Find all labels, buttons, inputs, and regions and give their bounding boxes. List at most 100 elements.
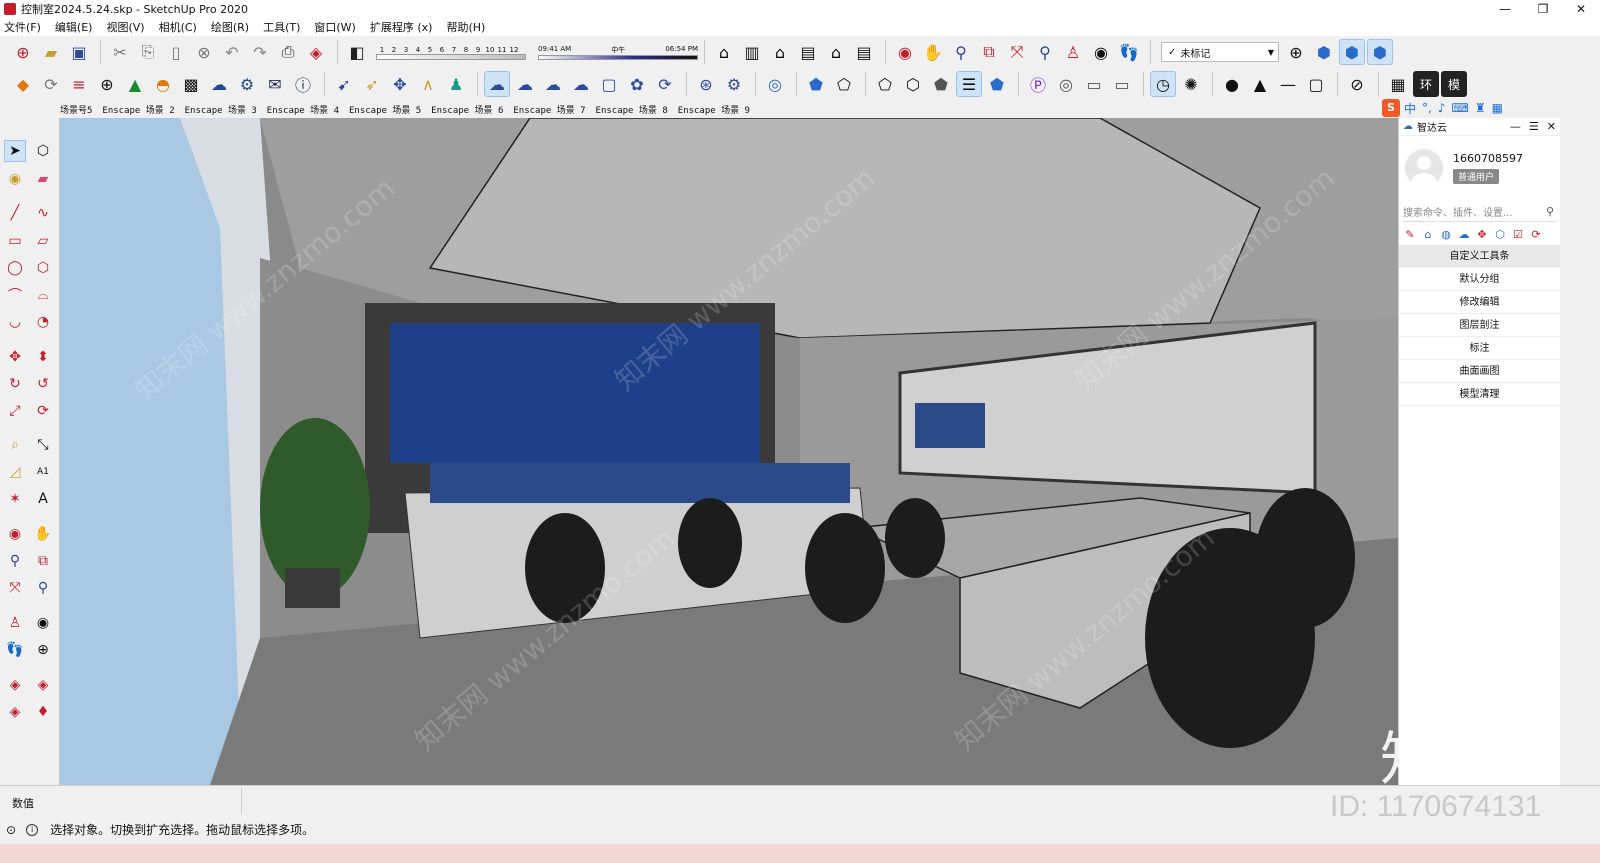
panel-menu-icon[interactable]: ☰ (1529, 120, 1539, 133)
cloud-upload-icon[interactable]: ☁ (206, 71, 232, 97)
time-track[interactable] (538, 54, 698, 60)
tree-icon[interactable]: ▲ (122, 71, 148, 97)
material-icon[interactable]: ✿ (624, 71, 650, 97)
zoom-extents-icon[interactable]: ⤧ (1004, 39, 1030, 65)
previous-left-icon[interactable]: ⚲ (32, 577, 54, 599)
move-icon[interactable]: ✥ (4, 346, 26, 368)
checkbox-icon[interactable]: ☑ (1509, 228, 1527, 241)
cut-icon[interactable]: ✂ (107, 39, 133, 65)
scene-tab[interactable]: Enscape 场景 5 (349, 103, 421, 116)
shaded-style-icon[interactable]: ⬟ (803, 71, 829, 97)
position-camera-icon[interactable]: ♙ (1060, 39, 1086, 65)
rotate-icon[interactable]: ↻ (4, 373, 26, 395)
zoom-extents-left-icon[interactable]: ⤧ (4, 577, 26, 599)
model-info-icon[interactable]: ◈ (303, 39, 329, 65)
download-icon[interactable]: ⊛ (693, 71, 719, 97)
scene-tab[interactable]: Enscape 场景 2 (102, 103, 174, 116)
axes-icon[interactable]: ✶ (4, 488, 26, 510)
table-icon[interactable]: ▦ (1385, 71, 1411, 97)
hide-icon[interactable]: ⊘ (1344, 71, 1370, 97)
date-track[interactable] (376, 54, 526, 60)
minimize-button[interactable]: — (1486, 0, 1524, 18)
offset-icon[interactable]: ⟳ (32, 400, 54, 422)
menu-file[interactable]: 文件(F) (4, 19, 41, 35)
menu-tools[interactable]: 工具(T) (263, 19, 300, 35)
tag-select[interactable]: ✓ 未标记 ▼ (1161, 42, 1279, 62)
panel-menu-item[interactable]: 自定义工具条 (1399, 245, 1560, 268)
avatar[interactable] (1405, 149, 1443, 187)
crosshair-icon[interactable]: ⊕ (1283, 39, 1309, 65)
move-tool-icon[interactable]: ✥ (387, 71, 413, 97)
arc-tool-icon[interactable]: ⌒ (4, 284, 26, 306)
left-view-icon[interactable]: ▤ (851, 39, 877, 65)
shirt-icon[interactable]: ♜ (1475, 101, 1486, 115)
back-edges-cube-icon[interactable]: ⬢ (1367, 39, 1393, 65)
render-icon[interactable]: ◎ (762, 71, 788, 97)
info-icon[interactable]: ⓘ (290, 71, 316, 97)
pan-left-icon[interactable]: ✋ (32, 523, 54, 545)
scene-tab[interactable]: Enscape 场景 8 (596, 103, 668, 116)
panel-menu-item[interactable]: 图层剖注 (1399, 314, 1560, 337)
line-tool-icon[interactable]: ╱ (4, 202, 26, 224)
refresh-icon[interactable]: ⟳ (38, 71, 64, 97)
look-around-left-icon[interactable]: ◉ (32, 612, 54, 634)
scene-tab[interactable]: Enscape 场景 6 (431, 103, 503, 116)
panel-search-input[interactable]: 搜索命令、插件、设置... ⚲ (1403, 202, 1556, 222)
brush-icon[interactable]: ✎ (1401, 228, 1419, 241)
previous-view-icon[interactable]: ⚲ (1032, 39, 1058, 65)
menu-edit[interactable]: 编辑(E) (55, 19, 93, 35)
component-tool-icon[interactable]: ⬡ (32, 140, 54, 162)
polygon-tool-icon[interactable]: ⬡ (32, 257, 54, 279)
rect-light-icon[interactable]: ▢ (1303, 71, 1329, 97)
huan-icon[interactable]: 环 (1413, 71, 1439, 97)
grid-icon[interactable]: ▦ (1492, 101, 1503, 115)
erase-icon[interactable]: ⊗ (191, 39, 217, 65)
orbit-left-icon[interactable]: ◉ (4, 523, 26, 545)
cloud-search-icon[interactable]: ☁ (512, 71, 538, 97)
zoom-window-left-icon[interactable]: ⧉ (32, 550, 54, 572)
panel-menu-item[interactable]: 曲面画图 (1399, 360, 1560, 383)
panel-minimize-icon[interactable]: — (1510, 120, 1521, 133)
menu-window[interactable]: 窗口(W) (314, 19, 355, 35)
position-camera-left-icon[interactable]: ♙ (4, 612, 26, 634)
front-view-icon[interactable]: ⌂ (767, 39, 793, 65)
palette-icon[interactable]: ◓ (150, 71, 176, 97)
menu-camera[interactable]: 相机(C) (159, 19, 197, 35)
settings-gear-icon[interactable]: ⚙ (234, 71, 260, 97)
eraser-icon[interactable]: ▰ (32, 168, 54, 190)
layer-stack-icon[interactable]: ≡ (66, 71, 92, 97)
time-icon[interactable]: ◷ (1150, 71, 1176, 97)
mic-icon[interactable]: ♪ (1438, 101, 1446, 115)
line-light-icon[interactable]: — (1275, 71, 1301, 97)
close-button[interactable]: ✕ (1562, 0, 1600, 18)
tape-measure-icon[interactable]: ⌕ (4, 434, 26, 456)
cube-icon[interactable]: ⬡ (1491, 228, 1509, 241)
scene-tab[interactable]: 场景号5 (60, 103, 92, 116)
sogou-logo-icon[interactable]: S (1382, 99, 1400, 117)
text-tool-icon[interactable]: A1 (32, 461, 54, 483)
paste-icon[interactable]: ▯ (163, 39, 189, 65)
rectangle-tool-icon[interactable]: ▭ (4, 230, 26, 252)
cloud-sync-icon[interactable]: ☁ (540, 71, 566, 97)
shadow-time-slider[interactable]: 09:41 AM 中午 06:54 PM (538, 45, 698, 60)
panel-menu-item[interactable]: 标注 (1399, 337, 1560, 360)
ime-mode[interactable]: 中 (1404, 100, 1416, 117)
video-icon[interactable]: ▭ (1081, 71, 1107, 97)
extension-warehouse-icon[interactable]: ◆ (10, 71, 36, 97)
menu-view[interactable]: 视图(V) (106, 19, 144, 35)
3d-text-icon[interactable]: A (32, 488, 54, 510)
info-circle-icon[interactable]: i (26, 823, 39, 836)
xray-cube-icon[interactable]: ⬢ (1339, 39, 1365, 65)
menu-draw[interactable]: 绘图(R) (211, 19, 249, 35)
section-plane-icon[interactable]: ⊕ (32, 639, 54, 661)
new-file-icon[interactable]: ⊕ (10, 39, 36, 65)
zoom-icon[interactable]: ⚲ (948, 39, 974, 65)
copy-icon[interactable]: ⎘ (135, 39, 161, 65)
cloud-link-icon[interactable]: ☁ (484, 71, 510, 97)
redo-icon[interactable]: ↷ (247, 39, 273, 65)
orbit-icon[interactable]: ◉ (892, 39, 918, 65)
geo-location-icon[interactable]: ⊙ (6, 823, 16, 837)
right-view-icon[interactable]: ▤ (795, 39, 821, 65)
globe-icon[interactable]: ◍ (1437, 228, 1455, 241)
paint-bucket-icon[interactable]: ◉ (4, 168, 26, 190)
